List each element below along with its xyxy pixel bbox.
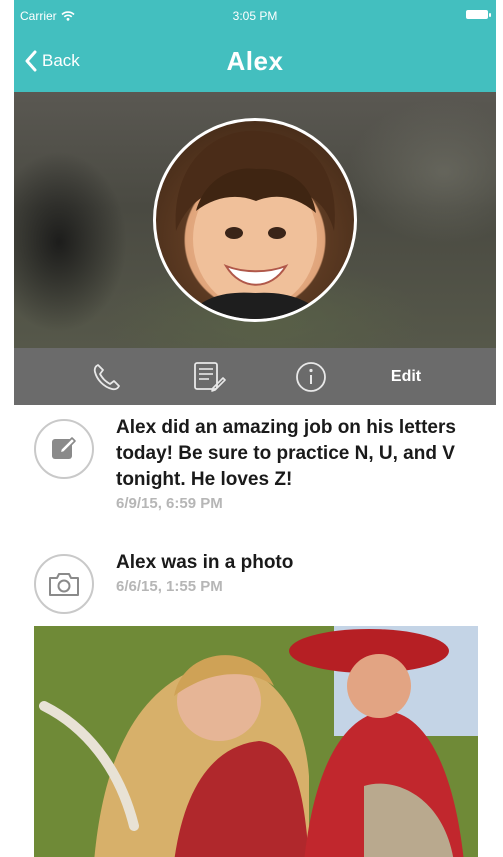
call-button[interactable] [82, 348, 132, 405]
action-bar: Edit [14, 348, 496, 405]
app-screen: Carrier 3:05 PM Back Alex Edit Alex did … [14, 0, 496, 857]
battery-icon [466, 10, 491, 19]
phone-screen: Carrier 3:05 PM Back Alex Edit Alex did … [0, 0, 503, 857]
notes-edit-icon [194, 361, 226, 392]
avatar[interactable] [153, 118, 357, 322]
nav-bar: Back Alex [14, 40, 496, 84]
profile-cover [14, 92, 496, 348]
info-icon [296, 361, 326, 392]
info-button[interactable] [286, 348, 336, 405]
photo-illustration [34, 626, 478, 857]
notes-button[interactable] [184, 348, 234, 405]
feed-photo[interactable] [34, 626, 478, 857]
avatar-portrait [175, 130, 335, 319]
feed-timestamp: 6/6/15, 1:55 PM [116, 578, 223, 595]
feed-message: Alex was in a photo [116, 552, 294, 573]
feed-item-text: Alex did an amazing job on his letters t… [116, 415, 486, 512]
feed-item-note[interactable]: Alex did an amazing job on his letters t… [34, 415, 486, 530]
note-icon-circle [34, 419, 94, 479]
camera-icon [49, 573, 79, 596]
camera-icon-circle [34, 554, 94, 614]
page-title: Alex [226, 46, 284, 76]
status-bar: Carrier 3:05 PM [14, 0, 496, 28]
edit-button[interactable]: Edit [376, 348, 436, 405]
pencil-note-icon [52, 437, 76, 459]
status-time: 3:05 PM [232, 9, 278, 23]
feed-item-photo[interactable]: Alex was in a photo 6/6/15, 1:55 PM [34, 550, 486, 615]
frame-left [0, 0, 14, 857]
feed-item-text: Alex was in a photo 6/6/15, 1:55 PM [116, 550, 486, 595]
activity-feed: Alex did an amazing job on his letters t… [14, 405, 496, 857]
feed-message: Alex did an amazing job on his letters t… [116, 417, 456, 490]
frame-right [496, 0, 503, 857]
header: Carrier 3:05 PM Back Alex [14, 0, 496, 92]
phone-icon [93, 363, 120, 390]
feed-timestamp: 6/9/15, 6:59 PM [116, 495, 223, 512]
